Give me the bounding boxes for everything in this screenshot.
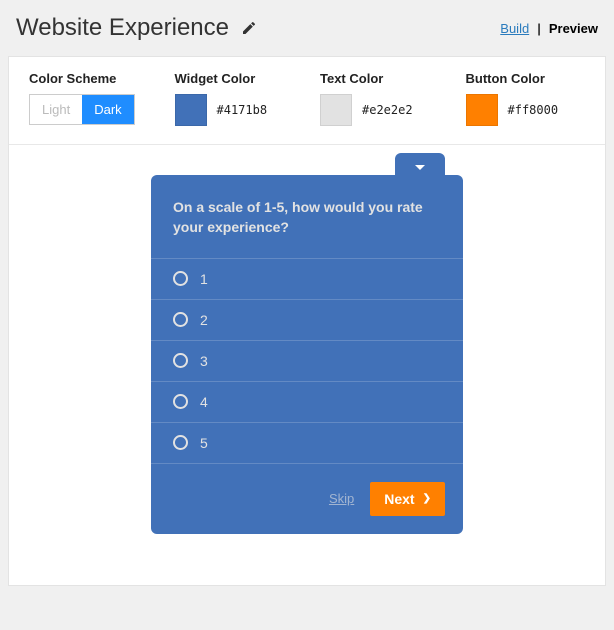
widget-option-label: 2 bbox=[200, 312, 208, 328]
scheme-option-dark[interactable]: Dark bbox=[82, 95, 133, 124]
radio-icon bbox=[173, 312, 188, 327]
color-scheme-label: Color Scheme bbox=[29, 71, 149, 86]
text-color-swatch[interactable] bbox=[320, 94, 352, 126]
text-color-label: Text Color bbox=[320, 71, 440, 86]
survey-widget: On a scale of 1-5, how would you rate yo… bbox=[151, 175, 463, 534]
radio-icon bbox=[173, 353, 188, 368]
config-widget-color: Widget Color #4171b8 bbox=[175, 71, 295, 126]
tab-separator: | bbox=[537, 21, 541, 36]
page-header: Website Experience Build | Preview bbox=[8, 8, 606, 56]
widget-option[interactable]: 1 bbox=[151, 258, 463, 299]
config-color-scheme: Color Scheme Light Dark bbox=[29, 71, 149, 126]
widget-option[interactable]: 5 bbox=[151, 422, 463, 463]
widget-option-label: 1 bbox=[200, 271, 208, 287]
widget-color-label: Widget Color bbox=[175, 71, 295, 86]
radio-icon bbox=[173, 271, 188, 286]
chevron-right-icon: ❯ bbox=[423, 493, 431, 504]
widget-color-swatch[interactable] bbox=[175, 94, 207, 126]
widget-option-label: 4 bbox=[200, 394, 208, 410]
next-button-label: Next bbox=[384, 491, 414, 507]
next-button[interactable]: Next ❯ bbox=[370, 482, 445, 516]
widget-collapse-tab[interactable] bbox=[395, 153, 445, 181]
radio-icon bbox=[173, 435, 188, 450]
mode-tabs: Build | Preview bbox=[500, 21, 598, 36]
chevron-down-icon bbox=[415, 165, 425, 170]
scheme-option-light[interactable]: Light bbox=[30, 95, 82, 124]
widget-footer: Skip Next ❯ bbox=[151, 463, 463, 534]
widget-option[interactable]: 2 bbox=[151, 299, 463, 340]
widget-option[interactable]: 4 bbox=[151, 381, 463, 422]
widget-question: On a scale of 1-5, how would you rate yo… bbox=[151, 175, 463, 258]
radio-icon bbox=[173, 394, 188, 409]
widget-options: 1 2 3 4 5 bbox=[151, 258, 463, 463]
main-card: Color Scheme Light Dark Widget Color #41… bbox=[8, 56, 606, 586]
preview-area: On a scale of 1-5, how would you rate yo… bbox=[9, 145, 605, 585]
button-color-swatch[interactable] bbox=[466, 94, 498, 126]
edit-icon[interactable] bbox=[241, 20, 257, 36]
button-color-value: #ff8000 bbox=[508, 103, 559, 117]
widget-body: On a scale of 1-5, how would you rate yo… bbox=[151, 175, 463, 534]
page-title: Website Experience bbox=[16, 14, 229, 42]
tab-preview[interactable]: Preview bbox=[549, 21, 598, 36]
color-scheme-toggle: Light Dark bbox=[29, 94, 135, 125]
config-text-color: Text Color #e2e2e2 bbox=[320, 71, 440, 126]
widget-option-label: 5 bbox=[200, 435, 208, 451]
text-color-value: #e2e2e2 bbox=[362, 103, 413, 117]
widget-option[interactable]: 3 bbox=[151, 340, 463, 381]
tab-build[interactable]: Build bbox=[500, 21, 529, 36]
widget-color-value: #4171b8 bbox=[217, 103, 268, 117]
config-button-color: Button Color #ff8000 bbox=[466, 71, 586, 126]
widget-option-label: 3 bbox=[200, 353, 208, 369]
button-color-label: Button Color bbox=[466, 71, 586, 86]
skip-link[interactable]: Skip bbox=[329, 491, 354, 506]
config-row: Color Scheme Light Dark Widget Color #41… bbox=[9, 57, 605, 145]
